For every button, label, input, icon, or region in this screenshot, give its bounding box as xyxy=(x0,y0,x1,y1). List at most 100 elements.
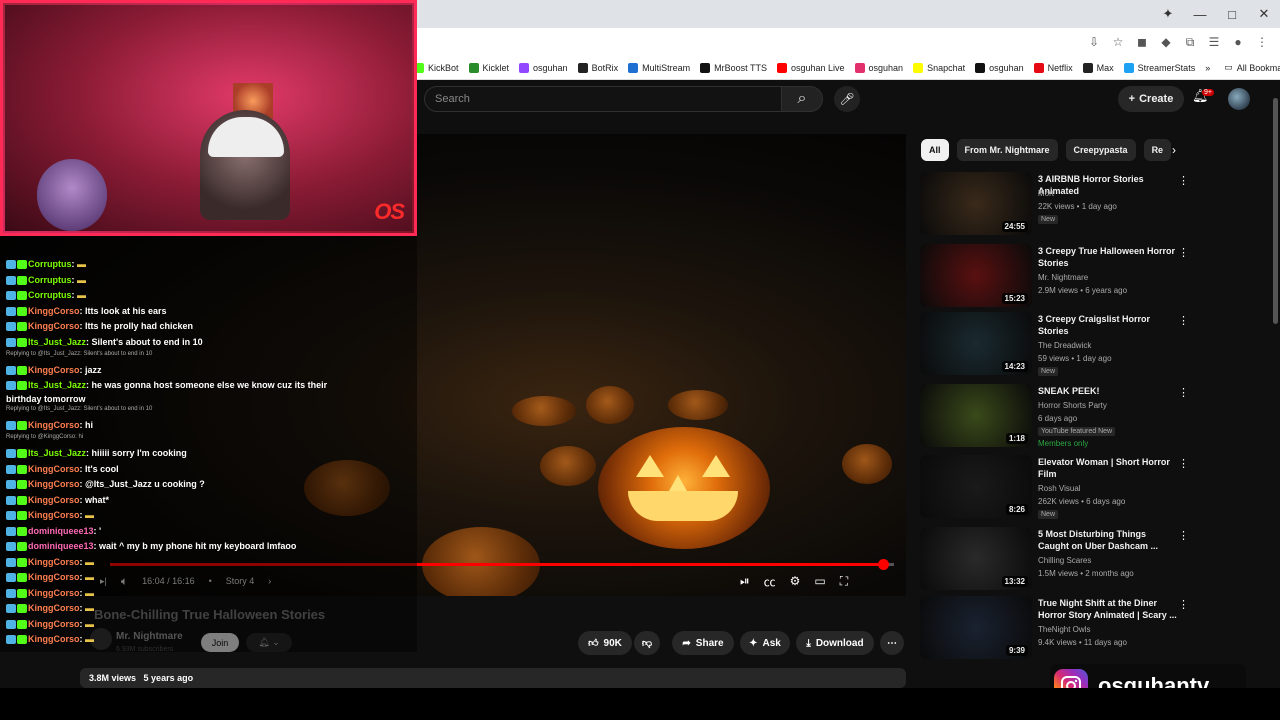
chat-username[interactable]: Its_Just_Jazz xyxy=(28,380,86,390)
related-video[interactable]: 24:55 3 AIRBNB Horror Stories Animated Mor… xyxy=(920,172,1220,238)
video-thumbnail[interactable]: 9:39 xyxy=(920,596,1032,659)
fullscreen-icon[interactable]: ⛶ xyxy=(840,574,848,589)
related-video[interactable]: 9:39 True Night Shift at the Diner Horror… xyxy=(920,596,1220,662)
more-vertical-icon[interactable]: ⋮ xyxy=(1178,529,1189,542)
reading-list-icon[interactable]: ☰ xyxy=(1204,32,1224,52)
progress-scrubber[interactable] xyxy=(878,559,890,570)
more-vertical-icon[interactable]: ⋮ xyxy=(1178,174,1189,187)
video-thumbnail[interactable]: 15:23 xyxy=(920,244,1032,307)
related-video-title[interactable]: Elevator Woman | Short Horror Film xyxy=(1038,456,1178,480)
bookmark-osguhan-live[interactable]: osguhan Live xyxy=(776,62,845,73)
more-vertical-icon[interactable]: ⋮ xyxy=(1178,314,1189,327)
bookmark-star-icon[interactable]: ☆ xyxy=(1108,32,1128,52)
chat-username[interactable]: Corruptus xyxy=(28,275,72,285)
more-vertical-icon[interactable]: ⋮ xyxy=(1178,598,1189,611)
more-vertical-icon[interactable]: ⋮ xyxy=(1178,386,1189,399)
chat-username[interactable]: KinggCorso xyxy=(28,365,80,375)
filter-chip[interactable]: All xyxy=(921,139,949,161)
related-video[interactable]: 14:23 3 Creepy Craigslist Horror Stories T… xyxy=(920,312,1220,378)
puzzle-icon[interactable]: ⧉ xyxy=(1180,32,1200,52)
chat-username[interactable]: KinggCorso xyxy=(28,479,80,489)
related-video[interactable]: 13:32 5 Most Disturbing Things Caught on … xyxy=(920,527,1220,593)
chevron-right-icon[interactable]: › xyxy=(1164,139,1184,161)
more-actions-button[interactable]: ⋯ xyxy=(880,631,904,655)
related-video[interactable]: 8:26 Elevator Woman | Short Horror Film Ro… xyxy=(920,455,1220,521)
related-channel-name[interactable]: TheNight Owls xyxy=(1038,625,1090,634)
chat-username[interactable]: KinggCorso xyxy=(28,588,80,598)
avatar[interactable] xyxy=(1228,88,1250,110)
bookmark-netflix[interactable]: Netflix xyxy=(1033,62,1073,73)
scrollbar-thumb[interactable] xyxy=(1273,98,1278,324)
autoplay-toggle[interactable]: ⏯ xyxy=(740,574,750,589)
chat-username[interactable]: KinggCorso xyxy=(28,572,80,582)
chat-username[interactable]: KinggCorso xyxy=(28,495,80,505)
chat-username[interactable]: Its_Just_Jazz xyxy=(28,448,86,458)
filter-chip[interactable]: From Mr. Nightmare xyxy=(956,139,1058,161)
chat-username[interactable]: KinggCorso xyxy=(28,464,80,474)
related-video-title[interactable]: 3 AIRBNB Horror Stories Animated xyxy=(1038,173,1178,197)
related-channel-name[interactable]: The Dreadwick xyxy=(1038,341,1091,350)
bookmark-snapchat[interactable]: Snapchat xyxy=(913,62,965,73)
minimize-button[interactable]: — xyxy=(1184,0,1216,28)
like-button[interactable]: 👍︎ 90K xyxy=(578,631,632,655)
ask-button[interactable]: ✦ Ask xyxy=(740,631,790,655)
chat-username[interactable]: KinggCorso xyxy=(28,634,80,644)
chat-username[interactable]: dominiqueee13 xyxy=(28,541,94,551)
more-vertical-icon[interactable]: ⋮ xyxy=(1178,246,1189,259)
related-video-title[interactable]: 3 Creepy True Halloween Horror Stories xyxy=(1038,245,1178,269)
video-thumbnail[interactable]: 8:26 xyxy=(920,455,1032,518)
dislike-button[interactable]: 👎︎ xyxy=(634,631,660,655)
bookmark-osguhan[interactable]: osguhan xyxy=(854,62,903,73)
chat-username[interactable]: Its_Just_Jazz xyxy=(28,337,86,347)
bookmark-multistream[interactable]: MultiStream xyxy=(628,62,690,73)
share-button[interactable]: ➦ Share xyxy=(672,631,734,655)
theater-mode-icon[interactable]: ▭ xyxy=(814,574,825,588)
create-button[interactable]: + Create xyxy=(1118,86,1184,112)
bookmark-osguhan[interactable]: osguhan xyxy=(519,62,568,73)
maximize-button[interactable]: □ xyxy=(1216,0,1248,28)
related-video-title[interactable]: 3 Creepy Craigslist Horror Stories xyxy=(1038,313,1178,337)
related-channel-name[interactable]: Horror Shorts Party xyxy=(1038,401,1107,410)
bookmark-kickbot[interactable]: KickBot xyxy=(414,62,459,73)
related-video-title[interactable]: True Night Shift at the Diner Horror Sto… xyxy=(1038,597,1178,621)
related-channel-name[interactable]: Mort xyxy=(1038,189,1054,198)
video-thumbnail[interactable]: 24:55 xyxy=(920,172,1032,235)
chat-username[interactable]: KinggCorso xyxy=(28,510,80,520)
more-vertical-icon[interactable]: ⋮ xyxy=(1178,457,1189,470)
chat-username[interactable]: dominiqueee13 xyxy=(28,526,94,536)
voice-search-button[interactable]: 🎤︎ xyxy=(834,86,860,112)
bookmark-osguhan[interactable]: osguhan xyxy=(975,62,1024,73)
filter-chip[interactable]: Creepypasta xyxy=(1065,139,1136,161)
search-button[interactable]: ⌕ xyxy=(781,86,823,112)
more-menu-icon[interactable]: ⋮ xyxy=(1252,32,1272,52)
extension-icon[interactable]: ◆ xyxy=(1156,32,1176,52)
close-button[interactable]: ✕ xyxy=(1248,0,1280,28)
search-input[interactable]: Search xyxy=(424,86,782,112)
related-video[interactable]: 15:23 3 Creepy True Halloween Horror Stor… xyxy=(920,244,1220,310)
related-channel-name[interactable]: Chilling Scares xyxy=(1038,556,1091,565)
install-app-icon[interactable]: ⇩ xyxy=(1084,32,1104,52)
bookmark-streamerstats[interactable]: StreamerStats xyxy=(1123,62,1195,73)
related-channel-name[interactable]: Mr. Nightmare xyxy=(1038,273,1088,282)
chat-username[interactable]: Corruptus xyxy=(28,259,72,269)
extension-icon[interactable]: ◼ xyxy=(1132,32,1152,52)
video-thumbnail[interactable]: 1:18 xyxy=(920,384,1032,447)
captions-icon[interactable]: ㏄ xyxy=(764,573,776,590)
download-button[interactable]: ⤓ Download xyxy=(796,631,874,655)
chevron-right-icon[interactable]: » xyxy=(1205,63,1210,73)
profile-icon[interactable]: ● xyxy=(1228,32,1248,52)
chat-username[interactable]: KinggCorso xyxy=(28,321,80,331)
related-video-title[interactable]: SNEAK PEEK! xyxy=(1038,385,1178,397)
related-channel-name[interactable]: Rosh Visual xyxy=(1038,484,1081,493)
chat-username[interactable]: KinggCorso xyxy=(28,619,80,629)
description-box[interactable]: 3.8M views 5 years ago xyxy=(80,668,906,688)
settings-gear-icon[interactable]: ⚙ xyxy=(790,574,801,588)
extensions-sparkle-icon[interactable]: ✦ xyxy=(1152,0,1184,28)
bookmark-mrboost-tts[interactable]: MrBoost TTS xyxy=(700,62,767,73)
related-video-title[interactable]: 5 Most Disturbing Things Caught on Uber … xyxy=(1038,528,1178,552)
related-video[interactable]: 1:18 SNEAK PEEK! Horror Shorts Party 6 days… xyxy=(920,384,1220,450)
chat-username[interactable]: KinggCorso xyxy=(28,306,80,316)
video-thumbnail[interactable]: 14:23 xyxy=(920,312,1032,375)
bookmark-botrix[interactable]: BotRix xyxy=(577,62,618,73)
video-thumbnail[interactable]: 13:32 xyxy=(920,527,1032,590)
